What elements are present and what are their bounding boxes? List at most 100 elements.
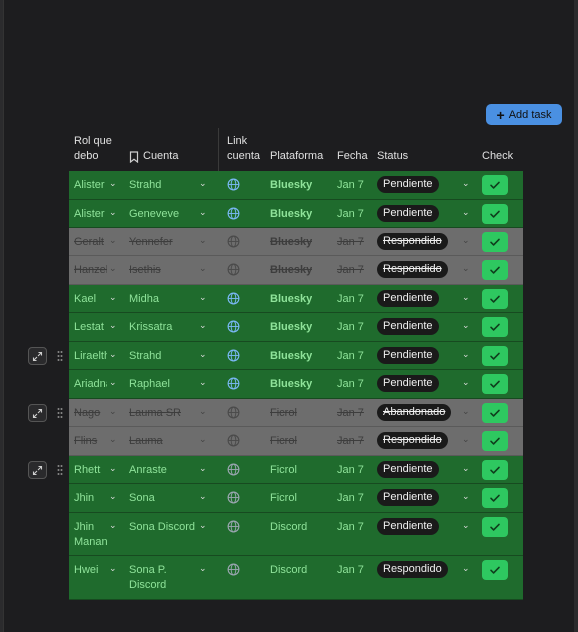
cell-cuenta[interactable]: Geneveve xyxy=(129,207,199,222)
cell-rol[interactable]: Lestat xyxy=(74,320,107,335)
chevron-down-icon[interactable]: ⌄ xyxy=(462,463,470,474)
cell-fecha[interactable]: Jan 7 xyxy=(337,463,364,478)
chevron-down-icon[interactable]: ⌄ xyxy=(199,434,207,445)
globe-icon[interactable] xyxy=(227,491,240,504)
table-row[interactable]: Ariadna⌄Raphael⌄BlueskyJan 7Pendiente⌄ xyxy=(69,370,523,399)
chevron-down-icon[interactable]: ⌄ xyxy=(109,491,117,502)
globe-icon[interactable] xyxy=(227,406,240,419)
chevron-down-icon[interactable]: ⌄ xyxy=(462,377,470,388)
check-button[interactable] xyxy=(482,488,508,508)
cell-cuenta[interactable]: Raphael xyxy=(129,377,199,392)
drag-handle-icon[interactable] xyxy=(57,407,63,419)
cell-rol[interactable]: Hwei xyxy=(74,563,107,578)
expand-icon[interactable] xyxy=(28,404,47,422)
check-button[interactable] xyxy=(482,175,508,195)
check-button[interactable] xyxy=(482,403,508,423)
cell-rol[interactable]: Liraelth xyxy=(74,349,107,364)
chevron-down-icon[interactable]: ⌄ xyxy=(109,434,117,445)
cell-cuenta[interactable]: Sona P. Discord xyxy=(129,563,199,593)
chevron-down-icon[interactable]: ⌄ xyxy=(462,491,470,502)
column-header-check[interactable]: Check xyxy=(482,128,513,171)
chevron-down-icon[interactable]: ⌄ xyxy=(109,520,117,531)
chevron-down-icon[interactable]: ⌄ xyxy=(462,563,470,574)
column-header-link[interactable]: Link cuenta xyxy=(227,128,267,171)
globe-icon[interactable] xyxy=(227,207,240,220)
chevron-down-icon[interactable]: ⌄ xyxy=(109,178,117,189)
drag-handle-icon[interactable] xyxy=(57,464,63,476)
status-badge[interactable]: Respondido xyxy=(377,233,448,250)
cell-fecha[interactable]: Jan 7 xyxy=(337,349,364,364)
cell-rol[interactable]: Jhin xyxy=(74,491,107,506)
chevron-down-icon[interactable]: ⌄ xyxy=(462,292,470,303)
check-button[interactable] xyxy=(482,260,508,280)
status-badge[interactable]: Respondido xyxy=(377,561,448,578)
chevron-down-icon[interactable]: ⌄ xyxy=(109,563,117,574)
cell-rol[interactable]: Hanzel xyxy=(74,263,107,278)
cell-cuenta[interactable]: Krissatra xyxy=(129,320,199,335)
chevron-down-icon[interactable]: ⌄ xyxy=(199,178,207,189)
globe-icon[interactable] xyxy=(227,463,240,476)
globe-icon[interactable] xyxy=(227,520,240,533)
status-badge[interactable]: Pendiente xyxy=(377,290,439,307)
globe-icon[interactable] xyxy=(227,235,240,248)
chevron-down-icon[interactable]: ⌄ xyxy=(462,349,470,360)
table-row[interactable]: Geralt ⌄ Yennefer ⌄ Bluesky Jan 7 Respondido ⌄ xyxy=(69,228,523,256)
chevron-down-icon[interactable]: ⌄ xyxy=(109,463,117,474)
chevron-down-icon[interactable]: ⌄ xyxy=(462,520,470,531)
globe-icon[interactable] xyxy=(227,178,240,191)
status-badge[interactable]: Pendiente xyxy=(377,375,439,392)
column-header-plataforma[interactable]: Plataforma xyxy=(270,128,323,171)
cell-fecha[interactable]: Jan 7 xyxy=(337,320,364,335)
cell-cuenta[interactable]: Anraste xyxy=(129,463,199,478)
table-row[interactable]: Jhin ⌄ Sona ⌄ Ficrol Jan 7 Pendiente ⌄ xyxy=(69,484,523,513)
globe-icon[interactable] xyxy=(227,434,240,447)
table-row[interactable]: Jhin Manan ⌄ Sona Discord ⌄ Discord Jan 7 Pend… xyxy=(69,513,523,556)
check-button[interactable] xyxy=(482,204,508,224)
cell-rol[interactable]: Rhett xyxy=(74,463,107,478)
status-badge[interactable]: Pendiente xyxy=(377,318,439,335)
chevron-down-icon[interactable]: ⌄ xyxy=(462,263,470,274)
status-badge[interactable]: Pendiente xyxy=(377,347,439,364)
cell-fecha[interactable]: Jan 7 xyxy=(337,292,364,307)
cell-cuenta[interactable]: Isethis xyxy=(129,263,199,278)
cell-fecha[interactable]: Jan 7 xyxy=(337,406,364,421)
check-button[interactable] xyxy=(482,460,508,480)
cell-cuenta[interactable]: Lauma xyxy=(129,434,199,449)
chevron-down-icon[interactable]: ⌄ xyxy=(109,235,117,246)
chevron-down-icon[interactable]: ⌄ xyxy=(109,320,117,331)
cell-fecha[interactable]: Jan 7 xyxy=(337,491,364,506)
globe-icon[interactable] xyxy=(227,377,240,390)
cell-cuenta[interactable]: Lauma SR xyxy=(129,406,199,421)
cell-fecha[interactable]: Jan 7 xyxy=(337,235,364,250)
column-header-fecha[interactable]: Fecha xyxy=(337,128,368,171)
chevron-down-icon[interactable]: ⌄ xyxy=(109,263,117,274)
table-row[interactable]: Hanzel ⌄ Isethis ⌄ Bluesky Jan 7 Respondido ⌄ xyxy=(69,256,523,285)
globe-icon[interactable] xyxy=(227,292,240,305)
check-button[interactable] xyxy=(482,560,508,580)
table-row[interactable]: Hwei ⌄ Sona P. Discord ⌄ Discord Jan 7 Respond… xyxy=(69,556,523,600)
chevron-down-icon[interactable]: ⌄ xyxy=(109,207,117,218)
chevron-down-icon[interactable]: ⌄ xyxy=(199,292,207,303)
cell-rol[interactable]: Geralt xyxy=(74,235,107,250)
cell-rol[interactable]: Kael xyxy=(74,292,107,307)
table-row[interactable]: Lestat ⌄ Krissatra ⌄ Bluesky Jan 7 Pendiente ⌄ xyxy=(69,313,523,342)
chevron-down-icon[interactable]: ⌄ xyxy=(199,207,207,218)
expand-icon[interactable] xyxy=(28,347,47,365)
status-badge[interactable]: Pendiente xyxy=(377,518,439,535)
cell-rol[interactable]: Ariadna xyxy=(74,377,107,392)
status-badge[interactable]: Pendiente xyxy=(377,461,439,478)
cell-cuenta[interactable]: Strahd xyxy=(129,349,199,364)
table-row[interactable]: Nago ⌄ Lauma SR ⌄ Ficrol Jan 7 Abandonado ⌄ xyxy=(69,399,523,427)
check-button[interactable] xyxy=(482,289,508,309)
expand-icon[interactable] xyxy=(28,461,47,479)
globe-icon[interactable] xyxy=(227,563,240,576)
cell-rol[interactable]: Alister xyxy=(74,207,107,222)
chevron-down-icon[interactable]: ⌄ xyxy=(199,263,207,274)
cell-rol[interactable]: Flins xyxy=(74,434,107,449)
globe-icon[interactable] xyxy=(227,320,240,333)
cell-cuenta[interactable]: Midha xyxy=(129,292,199,307)
cell-rol[interactable]: Jhin Manan xyxy=(74,520,107,550)
chevron-down-icon[interactable]: ⌄ xyxy=(462,235,470,246)
table-row[interactable]: Kael ⌄ Midha ⌄ Bluesky Jan 7 Pendiente ⌄ xyxy=(69,285,523,313)
cell-fecha[interactable]: Jan 7 xyxy=(337,520,364,535)
